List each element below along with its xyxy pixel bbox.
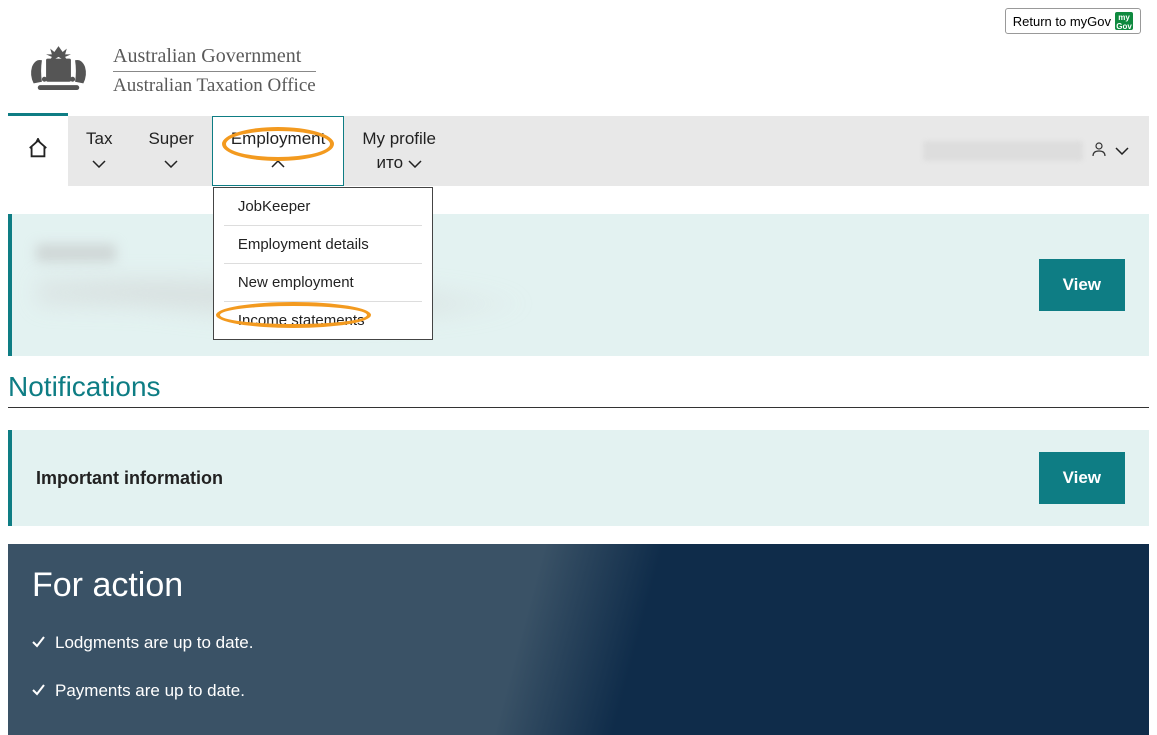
dropdown-employment-details[interactable]: Employment details <box>224 226 422 264</box>
important-info-banner: Important information View <box>8 430 1149 526</box>
site-logo: Australian Government Australian Taxatio… <box>0 34 1157 116</box>
dropdown-income-statements[interactable]: Income statements <box>224 302 422 339</box>
nav-myprofile-label: My profile <box>362 129 436 149</box>
chevron-up-icon <box>271 153 285 173</box>
logo-line-2: Australian Taxation Office <box>113 75 316 97</box>
nav-tax[interactable]: Tax <box>68 116 130 186</box>
return-mygov-button[interactable]: Return to myGov myGov <box>1005 8 1141 34</box>
chevron-down-icon <box>164 153 178 173</box>
user-icon <box>1091 141 1107 162</box>
action-item-payments: Payments are up to date. <box>32 681 1125 701</box>
notifications-heading: Notifications <box>8 371 1149 408</box>
chevron-down-icon <box>92 153 106 173</box>
mygov-badge-icon: myGov <box>1115 12 1133 30</box>
banner-title-redacted <box>36 244 116 262</box>
home-icon <box>27 138 49 165</box>
check-icon <box>32 681 45 701</box>
employment-dropdown: JobKeeper Employment details New employm… <box>213 187 433 340</box>
nav-super-label: Super <box>148 129 193 149</box>
dropdown-new-employment[interactable]: New employment <box>224 264 422 302</box>
nav-employment-label: Employment <box>231 129 325 149</box>
chevron-down-icon <box>1115 142 1129 160</box>
chevron-down-icon: ито <box>377 153 422 173</box>
important-info-label: Important information <box>36 468 223 489</box>
for-action-panel: For action Lodgments are up to date. Pay… <box>8 544 1149 735</box>
logo-line-1: Australian Government <box>113 45 316 72</box>
banner-view-button[interactable]: View <box>1039 259 1125 311</box>
nav-home[interactable] <box>8 116 68 186</box>
for-action-heading: For action <box>32 566 1125 605</box>
crest-icon <box>16 42 101 100</box>
nav-my-profile[interactable]: My profile ито <box>344 116 454 186</box>
main-nav: Tax Super Employment JobKeeper Employmen… <box>8 116 1149 186</box>
important-view-button[interactable]: View <box>1039 452 1125 504</box>
nav-user-menu[interactable] <box>923 116 1149 186</box>
nav-super[interactable]: Super <box>130 116 211 186</box>
top-banner: View <box>8 214 1149 356</box>
action-item-lodgments: Lodgments are up to date. <box>32 633 1125 653</box>
user-name-redacted <box>923 141 1083 161</box>
check-icon <box>32 633 45 653</box>
nav-employment[interactable]: Employment JobKeeper Employment details … <box>212 116 344 186</box>
nav-tax-label: Tax <box>86 129 112 149</box>
dropdown-jobkeeper[interactable]: JobKeeper <box>224 188 422 226</box>
return-mygov-label: Return to myGov <box>1013 14 1111 29</box>
